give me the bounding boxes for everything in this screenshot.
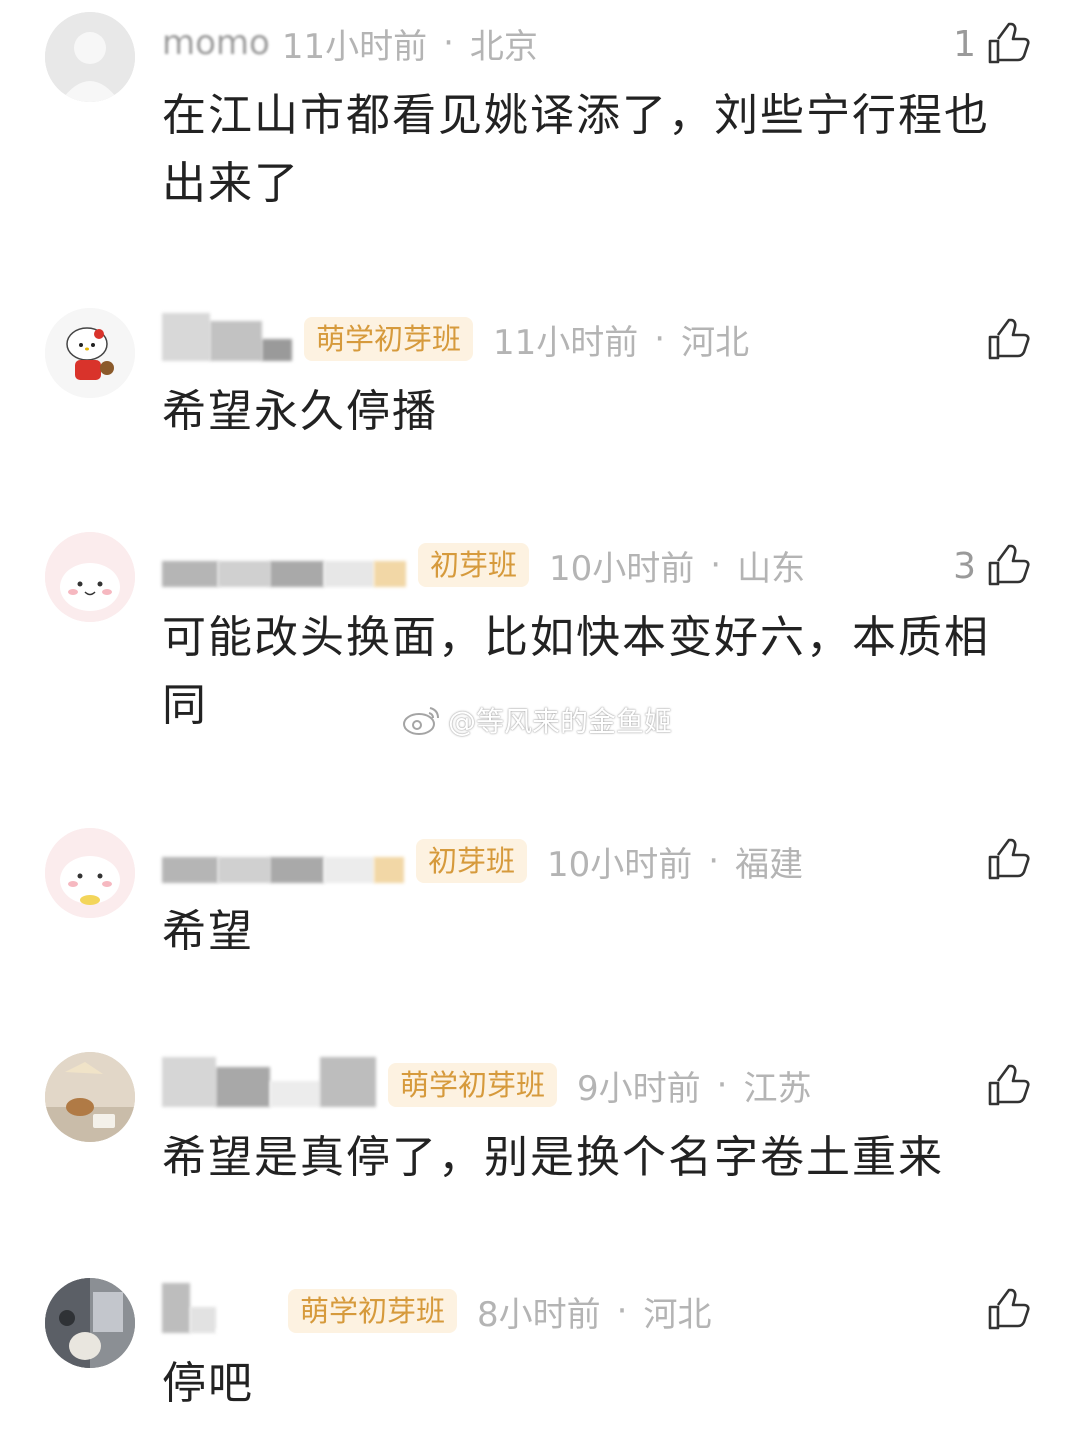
like-button[interactable] bbox=[984, 1282, 1032, 1338]
comment-meta: momo 11小时前 · 北京 bbox=[162, 18, 538, 68]
blurred-username bbox=[270, 1081, 320, 1107]
separator-dot: · bbox=[654, 319, 666, 359]
comment-location: 山东 bbox=[737, 548, 806, 589]
separator-dot: · bbox=[616, 1291, 628, 1331]
separator-dot: · bbox=[708, 841, 720, 881]
comment-text: 停吧 bbox=[162, 1358, 254, 1409]
blurred-username bbox=[324, 857, 374, 883]
watermark: @等风来的金鱼姬 bbox=[402, 700, 672, 740]
blurred-username bbox=[190, 1307, 216, 1333]
comment-text: 希望是真停了，别是换个名字卷土重来 bbox=[162, 1132, 944, 1183]
username-text: momo bbox=[162, 23, 270, 63]
separator-dot: · bbox=[443, 23, 454, 63]
thumbs-up-icon bbox=[984, 836, 1032, 884]
thumbs-up-icon bbox=[984, 1286, 1032, 1334]
username[interactable] bbox=[162, 1057, 376, 1107]
separator-dot: · bbox=[716, 1065, 728, 1105]
blurred-username bbox=[162, 561, 218, 587]
username[interactable] bbox=[162, 1283, 276, 1333]
avatar[interactable] bbox=[45, 308, 135, 398]
comment-meta: 初芽班 10小时前 · 山东 bbox=[162, 540, 805, 590]
avatar[interactable] bbox=[45, 12, 135, 102]
like-count: 3 bbox=[953, 545, 976, 587]
avatar[interactable] bbox=[45, 532, 135, 622]
avatar[interactable] bbox=[45, 1052, 135, 1142]
comment-text: 希望永久停播 bbox=[162, 386, 438, 437]
blurred-username bbox=[320, 1057, 376, 1107]
comment-time: 11小时前 bbox=[493, 322, 639, 363]
comment-location: 江苏 bbox=[743, 1068, 812, 1109]
comment-meta: 萌学初芽班 9小时前 · 江苏 bbox=[162, 1057, 812, 1110]
username[interactable] bbox=[162, 313, 292, 361]
pink-character-avatar-icon bbox=[45, 828, 135, 918]
like-count: 1 bbox=[953, 23, 976, 65]
username[interactable] bbox=[162, 543, 406, 587]
like-button[interactable] bbox=[984, 832, 1032, 888]
comment-meta: 萌学初芽班 8小时前 · 河北 bbox=[162, 1283, 712, 1336]
blurred-username bbox=[374, 561, 406, 587]
thumbs-up-icon bbox=[984, 1062, 1032, 1110]
blurred-username bbox=[162, 313, 210, 361]
blurred-username bbox=[218, 561, 270, 587]
blurred-username bbox=[162, 1283, 190, 1333]
photo-avatar-icon bbox=[45, 1278, 135, 1368]
fan-badge: 初芽班 bbox=[418, 543, 530, 587]
comment-meta: 初芽班 10小时前 · 福建 bbox=[162, 836, 803, 886]
photo-avatar-icon bbox=[45, 1052, 135, 1142]
comment-time: 11小时前 bbox=[281, 26, 428, 67]
blurred-username bbox=[162, 857, 218, 883]
username[interactable]: momo bbox=[162, 21, 270, 65]
like-button[interactable]: 1 bbox=[953, 16, 1032, 72]
blurred-username bbox=[374, 857, 404, 883]
comment-time: 8小时前 bbox=[477, 1294, 601, 1335]
blurred-username bbox=[218, 857, 270, 883]
like-button[interactable]: 3 bbox=[953, 538, 1032, 594]
comment-location: 福建 bbox=[735, 844, 804, 885]
comment-location: 北京 bbox=[469, 26, 538, 67]
username[interactable] bbox=[162, 839, 404, 883]
fan-badge: 萌学初芽班 bbox=[304, 317, 474, 361]
fan-badge: 萌学初芽班 bbox=[288, 1289, 458, 1333]
watermark-text: @等风来的金鱼姬 bbox=[448, 705, 673, 738]
comment-location: 河北 bbox=[681, 322, 750, 363]
like-button[interactable] bbox=[984, 312, 1032, 368]
blurred-username bbox=[216, 1067, 270, 1107]
hello-kitty-avatar-icon bbox=[45, 308, 135, 398]
fan-badge: 初芽班 bbox=[416, 839, 528, 883]
blurred-username bbox=[324, 561, 374, 587]
comment-text: 希望 bbox=[162, 906, 254, 957]
weibo-logo-icon bbox=[403, 707, 439, 735]
fan-badge: 萌学初芽班 bbox=[388, 1063, 558, 1107]
blurred-username bbox=[270, 857, 324, 883]
comment-location: 河北 bbox=[643, 1294, 712, 1335]
blurred-username bbox=[216, 1329, 276, 1333]
comment-text: 在江山市都看见姚译添了，刘些宁行程也出来了 bbox=[162, 90, 990, 209]
like-button[interactable] bbox=[984, 1058, 1032, 1114]
blurred-username bbox=[262, 339, 292, 361]
thumbs-up-icon bbox=[984, 316, 1032, 364]
thumbs-up-icon bbox=[984, 20, 1032, 68]
avatar[interactable] bbox=[45, 1278, 135, 1368]
avatar[interactable] bbox=[45, 828, 135, 918]
comment-time: 10小时前 bbox=[547, 844, 693, 885]
thumbs-up-icon bbox=[984, 542, 1032, 590]
blurred-username bbox=[162, 1057, 216, 1107]
blurred-username bbox=[270, 561, 324, 587]
pink-character-avatar-icon bbox=[45, 532, 135, 622]
comment-time: 10小时前 bbox=[549, 548, 695, 589]
comment-time: 9小时前 bbox=[577, 1068, 701, 1109]
comment-meta: 萌学初芽班 11小时前 · 河北 bbox=[162, 313, 750, 364]
separator-dot: · bbox=[710, 545, 722, 585]
default-user-icon bbox=[45, 12, 135, 102]
blurred-username bbox=[210, 321, 262, 361]
